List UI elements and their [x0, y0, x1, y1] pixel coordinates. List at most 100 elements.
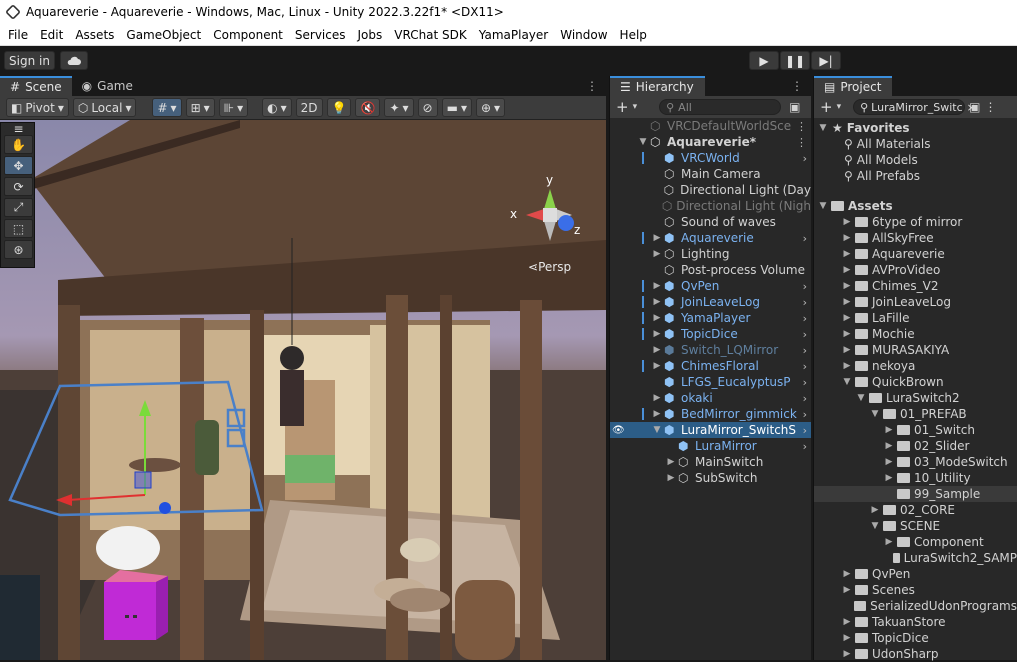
effects-toggle[interactable]: ✦ ▾ [384, 98, 414, 117]
asset-folder-item[interactable]: ▶ TakuanStore [814, 614, 1017, 630]
2d-toggle[interactable]: 2D [295, 98, 323, 117]
chevron-right-icon[interactable]: ▶ [842, 281, 852, 291]
chevron-right-icon[interactable]: ▶ [884, 537, 894, 547]
chevron-down-icon[interactable]: ▼ [856, 393, 866, 403]
shading-mode-button[interactable]: ◐ ▾ [262, 98, 292, 117]
asset-folder-item[interactable]: ▼ QuickBrown [814, 374, 1017, 390]
menu-component[interactable]: Component [207, 28, 289, 42]
open-prefab-chevron-icon[interactable]: › [803, 296, 807, 309]
favorite-item[interactable]: ⚲ All Models [814, 152, 1017, 168]
hierarchy-item[interactable]: ▶ ⬢ ChimesFloral › [610, 358, 811, 374]
asset-folder-item[interactable]: ▶ JoinLeaveLog [814, 294, 1017, 310]
orientation-gizmo[interactable]: y x z [506, 173, 586, 255]
visibility-toggle[interactable]: ⊘ [417, 98, 438, 117]
hierarchy-item[interactable]: ⬡ VRCDefaultWorldSce ⋮ [610, 118, 811, 134]
open-prefab-chevron-icon[interactable]: › [803, 392, 807, 405]
search-options-icon[interactable]: ▣ [789, 100, 800, 114]
gizmos-button[interactable]: ⊕ ▾ [475, 98, 506, 117]
chevron-right-icon[interactable]: ▶ [842, 329, 852, 339]
chevron-right-icon[interactable]: ▶ [842, 633, 852, 643]
chevron-right-icon[interactable]: ▶ [842, 217, 852, 227]
asset-folder-item[interactable]: ▶ 10_Utility [814, 470, 1017, 486]
chevron-down-icon[interactable]: ▾ [837, 102, 842, 112]
play-button[interactable]: ▶ [749, 51, 779, 70]
more-icon[interactable]: ⋮ [984, 100, 996, 114]
asset-folder-item[interactable]: ▶ Mochie [814, 326, 1017, 342]
menu-gameobject[interactable]: GameObject [120, 28, 207, 42]
asset-folder-item[interactable]: ▶ QvPen [814, 566, 1017, 582]
menu-file[interactable]: File [2, 28, 34, 42]
favorite-item[interactable]: ⚲ All Materials [814, 136, 1017, 152]
hierarchy-item[interactable]: 👁 ▼ ⬢ LuraMirror_SwitchS › [610, 422, 811, 438]
chevron-right-icon[interactable]: ▶ [652, 281, 662, 291]
chevron-right-icon[interactable]: ▶ [652, 297, 662, 307]
hierarchy-item[interactable]: ▶ ⬢ okaki › [610, 390, 811, 406]
hierarchy-item[interactable]: ⬡ Directional Light (Day [610, 182, 811, 198]
open-prefab-chevron-icon[interactable]: › [803, 280, 807, 293]
menu-window[interactable]: Window [554, 28, 613, 42]
visibility-eye-icon[interactable]: 👁 [612, 425, 625, 436]
open-prefab-chevron-icon[interactable]: › [803, 424, 807, 437]
chevron-right-icon[interactable]: ▶ [884, 473, 894, 483]
hierarchy-item[interactable]: ▶ ⬢ JoinLeaveLog › [610, 294, 811, 310]
tab-project[interactable]: ▤ Project [814, 76, 892, 96]
chevron-down-icon[interactable]: ▼ [652, 425, 662, 435]
chevron-right-icon[interactable]: ▶ [652, 249, 662, 259]
add-icon[interactable]: + [616, 98, 629, 116]
ruler-button[interactable]: ⊪ ▾ [218, 98, 249, 117]
rotate-tool-button[interactable]: ⟳ [4, 177, 33, 196]
rect-tool-button[interactable]: ⬚ [4, 219, 33, 238]
hierarchy-item[interactable]: ▼ ⬡ Aquareverie* ⋮ [610, 134, 811, 150]
chevron-right-icon[interactable]: ▶ [666, 473, 676, 483]
chevron-right-icon[interactable]: ▶ [884, 425, 894, 435]
asset-folder-item[interactable]: ▶ AVProVideo [814, 262, 1017, 278]
scene-tab-menu-icon[interactable]: ⋮ [586, 79, 598, 93]
hand-tool-button[interactable]: ✋ [4, 135, 33, 154]
hierarchy-item[interactable]: ▶ ⬢ Aquareverie › [610, 230, 811, 246]
asset-folder-item[interactable]: ▶ 6type of mirror [814, 214, 1017, 230]
asset-folder-item[interactable]: ▶ 03_ModeSwitch [814, 454, 1017, 470]
menu-help[interactable]: Help [614, 28, 653, 42]
chevron-right-icon[interactable]: ▶ [842, 265, 852, 275]
open-prefab-chevron-icon[interactable]: › [803, 376, 807, 389]
transform-tool-button[interactable]: ⊛ [4, 240, 33, 259]
chevron-right-icon[interactable]: ▶ [842, 313, 852, 323]
search-filter-icon[interactable]: ▣ [969, 100, 980, 114]
audio-toggle[interactable]: 🔇 [355, 98, 381, 117]
favorite-item[interactable]: ⚲ All Prefabs [814, 168, 1017, 184]
hierarchy-item[interactable]: ⬢ LFGS_EucalyptusP › [610, 374, 811, 390]
asset-folder-item[interactable]: ▶ 02_CORE [814, 502, 1017, 518]
sign-in-button[interactable]: Sign in [4, 51, 55, 70]
chevron-right-icon[interactable]: ▶ [652, 329, 662, 339]
chevron-right-icon[interactable]: ▶ [652, 345, 662, 355]
chevron-right-icon[interactable]: ▶ [842, 649, 852, 659]
favorites-header[interactable]: ▼ ★ Favorites [814, 120, 1017, 136]
project-search-input[interactable]: ⚲ LuraMirror_Switc × [853, 99, 976, 115]
asset-folder-item[interactable]: ▶ nekoya [814, 358, 1017, 374]
open-prefab-chevron-icon[interactable]: › [803, 408, 807, 421]
snap-increment-button[interactable]: ⊞ ▾ [185, 98, 215, 117]
open-prefab-chevron-icon[interactable]: › [803, 360, 807, 373]
chevron-right-icon[interactable]: ▶ [842, 233, 852, 243]
asset-folder-item[interactable]: ▶ Component [814, 534, 1017, 550]
asset-folder-item[interactable]: ▼ 01_PREFAB [814, 406, 1017, 422]
chevron-right-icon[interactable]: ▶ [884, 457, 894, 467]
hierarchy-item[interactable]: ▶ ⬡ MainSwitch [610, 454, 811, 470]
asset-folder-item[interactable]: ▶ Scenes [814, 582, 1017, 598]
hierarchy-item[interactable]: ⬡ Directional Light (Nigh [610, 198, 811, 214]
hierarchy-item[interactable]: ⬡ Post-process Volume [610, 262, 811, 278]
chevron-down-icon[interactable]: ▼ [638, 137, 648, 147]
tool-strip-handle[interactable]: ≡ [4, 122, 33, 136]
asset-folder-item[interactable]: ▶ AllSkyFree [814, 230, 1017, 246]
open-prefab-chevron-icon[interactable]: › [803, 440, 807, 453]
open-prefab-chevron-icon[interactable]: › [803, 312, 807, 325]
hierarchy-item[interactable]: ▶ ⬡ Lighting [610, 246, 811, 262]
projection-toggle[interactable]: ⋖Persp [528, 260, 571, 274]
asset-folder-item[interactable]: ▶ 02_Slider [814, 438, 1017, 454]
asset-folder-item[interactable]: ▶ TopicDice [814, 630, 1017, 646]
hierarchy-tab-menu-icon[interactable]: ⋮ [791, 79, 803, 93]
menu-jobs[interactable]: Jobs [352, 28, 389, 42]
grid-snap-button[interactable]: # ▾ [152, 98, 182, 117]
chevron-right-icon[interactable]: ▶ [652, 233, 662, 243]
chevron-right-icon[interactable]: ▶ [842, 345, 852, 355]
